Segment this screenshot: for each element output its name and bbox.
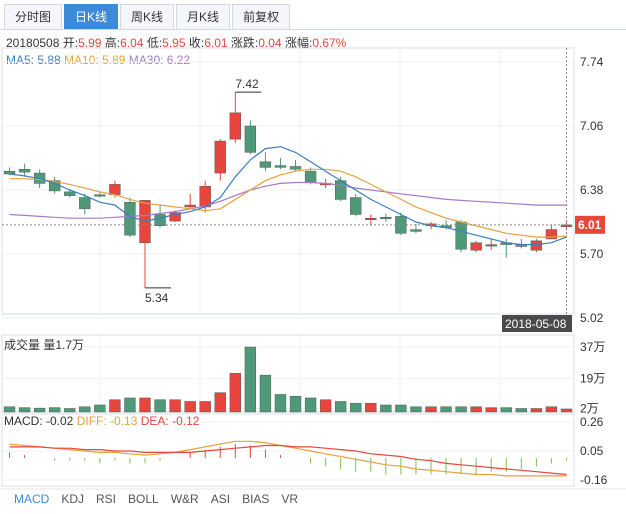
macd-header: MACD: -0.02 DIFF: -0.13 DEA: -0.12 [4, 414, 199, 428]
candle-down [124, 201, 136, 236]
volume-bar-down [455, 406, 467, 413]
candle-down [244, 125, 257, 153]
candle-down [350, 197, 362, 215]
volume-bar-down [18, 407, 31, 413]
volume-bar-down [3, 406, 16, 413]
volume-bar-up [184, 401, 196, 413]
high-annotation: 7.42 [235, 77, 259, 91]
candle-up [530, 240, 543, 251]
candle-down [259, 161, 272, 168]
volume-bar-down [500, 407, 512, 413]
indicator-macd[interactable]: MACD [14, 492, 49, 506]
volume-bar-up [530, 408, 543, 413]
volume-bar-down [64, 408, 76, 413]
candle-down [395, 216, 407, 234]
volume-bar-up [199, 401, 211, 413]
ma10-line [9, 168, 567, 238]
candle-down [304, 170, 317, 183]
candle-up [365, 217, 377, 220]
price-tick-label: 5.70 [580, 247, 604, 261]
candle-down [289, 166, 302, 170]
indicator-bias[interactable]: BIAS [242, 492, 269, 506]
volume-bar-up [365, 402, 377, 413]
indicator-boll[interactable]: BOLL [128, 492, 159, 506]
price-tick-label: 7.74 [580, 55, 604, 69]
candle-up [470, 242, 482, 251]
candle-up [485, 244, 497, 247]
volume-bar-down [515, 408, 527, 413]
volume-bar-down [395, 404, 407, 413]
candle-down [94, 194, 106, 197]
volume-bar-down [154, 399, 166, 413]
volume-bar-down [259, 374, 272, 413]
indicator-asi[interactable]: ASI [211, 492, 230, 506]
indicator-kdj[interactable]: KDJ [61, 492, 84, 506]
ma30-line [9, 181, 567, 219]
volume-bar-down [274, 394, 287, 413]
volume-bar-up [214, 392, 226, 413]
volume-bar-up [485, 407, 497, 413]
indicator-rsi[interactable]: RSI [96, 492, 116, 506]
candle-down [64, 191, 76, 196]
volume-bar-up [425, 406, 437, 413]
candle-up [229, 112, 241, 140]
candle-up [109, 184, 121, 195]
volume-bar-down [380, 404, 392, 413]
volume-bar-down [440, 406, 452, 413]
volume-tick-label: 37万 [580, 340, 605, 354]
macd-value: MACD: -0.02 [4, 414, 74, 428]
candle-down [455, 221, 467, 250]
candle-down [274, 165, 287, 168]
volume-tick-label: 19万 [580, 372, 605, 386]
volume-bar-down [79, 406, 91, 413]
dea-value: DEA: -0.12 [140, 414, 200, 428]
candle-up [184, 204, 196, 208]
candle-down [79, 197, 91, 210]
last-price-label: 6.01 [578, 218, 602, 232]
volume-bar-down [410, 406, 422, 413]
indicator-vr[interactable]: VR [281, 492, 298, 506]
volume-bar-down [94, 404, 106, 413]
dif-value: DIFF: -0.13 [76, 414, 138, 428]
indicator-tabs: MACD KDJ RSI BOLL W&R ASI BIAS VR [14, 492, 310, 506]
volume-header: 成交量 量1.7万 [4, 338, 85, 352]
volume-bar-up [319, 399, 332, 413]
macd-tick-label: 0.05 [580, 444, 604, 458]
candle-down [18, 169, 31, 173]
ma5-line [9, 146, 567, 246]
kline-chart: 7.74 7.06 6.38 5.70 5.02 37万 19万 2万0.26 0.05 -0.1… [0, 47, 626, 490]
candle-down [3, 170, 16, 175]
volume-bar-down [124, 397, 136, 413]
candle-up [214, 140, 226, 174]
macd-tick-label: -0.16 [580, 473, 608, 487]
volume-bar-down [335, 401, 347, 413]
last-date-label: 2018-05-08 [505, 317, 567, 331]
volume-bar-up [169, 399, 181, 413]
volume-bar-up [470, 406, 482, 413]
candle-down [154, 214, 166, 227]
candle-down [380, 217, 392, 220]
dea-line [9, 444, 567, 476]
volume-bar-up [229, 373, 241, 413]
price-tick-label: 5.02 [580, 311, 604, 325]
volume-bar-up [109, 399, 121, 413]
volume-bar-down [289, 395, 302, 413]
volume-bar-up [545, 406, 558, 413]
candle-down [410, 229, 422, 232]
volume-bar-up [139, 397, 151, 413]
macd-tick-label: 0.26 [580, 415, 604, 429]
volume-tick-label: 2万 [580, 401, 599, 415]
volume-bar-down [350, 402, 362, 413]
price-tick-label: 6.38 [580, 183, 604, 197]
indicator-wr[interactable]: W&R [171, 492, 199, 506]
volume-bar-down [244, 346, 257, 413]
volume-bar-down [33, 407, 46, 413]
volume-bar-down [49, 407, 61, 413]
volume-bar-up [560, 408, 573, 413]
low-annotation: 5.34 [145, 291, 169, 305]
volume-bar-down [304, 397, 317, 413]
price-panel-frame [1, 47, 575, 315]
price-tick-label: 7.06 [580, 119, 604, 133]
